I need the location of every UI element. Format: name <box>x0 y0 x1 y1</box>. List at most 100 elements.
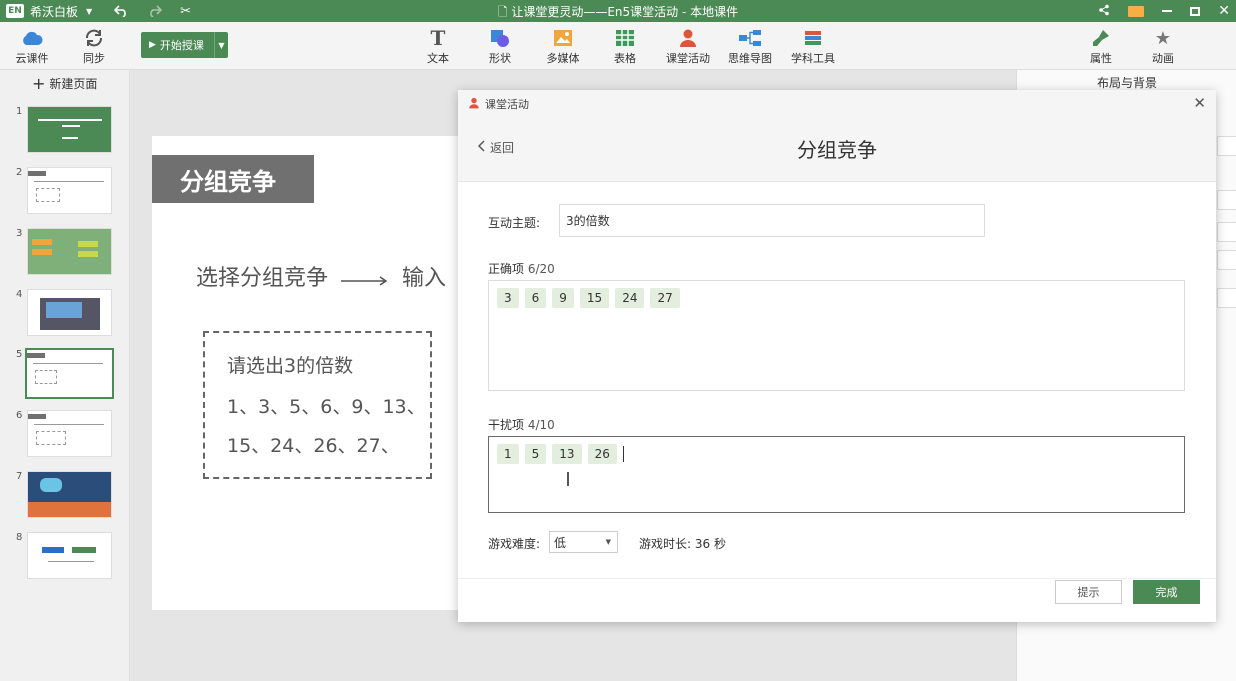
text-caret <box>622 446 624 462</box>
slide-thumbnail-sidebar: + 新建页面 1 2 3 4 5 6 7 8 <box>0 70 130 681</box>
thumb-number: 4 <box>16 289 23 300</box>
thumb-number: 1 <box>16 106 23 117</box>
numbers-line: 1、3、5、6、9、13、 <box>227 396 426 418</box>
slide-thumbnail[interactable] <box>27 228 112 275</box>
distractor-item-tag[interactable]: 5 <box>524 444 547 464</box>
thumb-number: 8 <box>16 532 23 543</box>
correct-items-label: 正确项 6/20 <box>488 262 555 276</box>
correct-item-tag[interactable]: 15 <box>579 288 610 308</box>
mail-icon[interactable] <box>1128 5 1145 17</box>
play-icon: ▶ <box>149 40 156 50</box>
table-tool-button[interactable]: 表格 <box>597 27 653 66</box>
layout-background-title: 布局与背景 <box>1096 76 1157 90</box>
dialog-title: 分组竞争 <box>797 138 877 162</box>
distractor-items-label: 干扰项 4/10 <box>488 418 555 432</box>
thumb-number: 5 <box>16 349 23 360</box>
topic-input[interactable] <box>559 204 985 237</box>
done-button[interactable]: 完成 <box>1133 580 1200 604</box>
brush-icon <box>1073 27 1129 49</box>
star-icon: ★ <box>1154 27 1172 49</box>
slide-thumbnail[interactable] <box>27 106 112 153</box>
dialog-footer: 提示 完成 <box>458 578 1216 622</box>
classroom-activity-button[interactable]: 课堂活动 <box>660 27 716 66</box>
correct-item-tag[interactable]: 6 <box>524 288 547 308</box>
distractor-item-tag[interactable]: 13 <box>552 444 582 464</box>
property-field[interactable] <box>1217 222 1236 242</box>
correct-item-tag[interactable]: 9 <box>552 288 574 308</box>
correct-items-box[interactable]: 3 6 9 15 24 27 <box>488 280 1185 391</box>
close-dialog-icon[interactable]: ✕ <box>1193 94 1206 112</box>
property-field[interactable] <box>1217 250 1236 270</box>
undo-icon[interactable] <box>114 5 128 17</box>
share-icon[interactable] <box>1098 4 1110 19</box>
plus-icon: + <box>32 74 46 93</box>
slide-thumbnail[interactable] <box>27 410 112 457</box>
numbers-line: 15、24、26、27、 <box>227 435 400 457</box>
arrow-right-icon <box>341 267 389 292</box>
new-page-button[interactable]: + 新建页面 <box>32 74 97 93</box>
activity-person-icon <box>468 97 480 112</box>
property-field[interactable] <box>1217 288 1236 308</box>
title-bar: EN 希沃白板 ▼ ✂ 🗋 让课堂更灵动——En5课堂活动 - 本地课件 ✕ <box>0 0 1236 22</box>
slide-thumbnail[interactable] <box>27 289 112 336</box>
close-window-icon[interactable]: ✕ <box>1218 3 1230 19</box>
menu-dropdown-icon[interactable]: ▼ <box>86 7 92 16</box>
correct-item-tag[interactable]: 27 <box>650 288 680 308</box>
activity-person-icon <box>660 27 716 49</box>
cloud-button[interactable]: 云课件 <box>4 27 60 66</box>
correct-items-count: 6/20 <box>527 262 555 276</box>
properties-button[interactable]: 属性 <box>1073 27 1129 66</box>
classroom-activity-dialog: 课堂活动 ✕ 返回 分组竞争 互动主题: 正确项 6/20 3 6 9 15 2… <box>458 90 1216 622</box>
media-icon <box>535 27 591 49</box>
media-tool-button[interactable]: 多媒体 <box>535 27 591 66</box>
slide-thumbnail-active[interactable] <box>25 348 114 399</box>
slide-canvas[interactable]: 分组竞争 选择分组竞争 输入 请选出3的倍数 1、3、5、6、9、13、 15、… <box>152 136 458 610</box>
slide-thumbnail[interactable] <box>27 532 112 579</box>
main-toolbar: 云课件 同步 ▶ 开始授课 ▼ T 文本 形状 多媒体 表格 课堂活动 思维导图… <box>0 22 1236 70</box>
dialog-header: 课堂活动 ✕ 返回 分组竞争 <box>458 90 1216 182</box>
thumb-number: 2 <box>16 167 23 178</box>
subject-tools-button[interactable]: 学科工具 <box>785 27 841 66</box>
minimize-icon[interactable] <box>1162 10 1173 12</box>
duration-value[interactable]: 36 秒 <box>695 537 726 551</box>
document-icon: 🗋 <box>497 5 508 19</box>
distractor-item-tag[interactable]: 26 <box>587 444 617 464</box>
thumb-number: 3 <box>16 228 23 239</box>
start-dropdown-icon[interactable]: ▼ <box>214 32 228 58</box>
animation-button[interactable]: ★ 动画 <box>1135 27 1191 66</box>
sync-button[interactable]: 同步 <box>66 27 122 66</box>
slide-thumbnail[interactable] <box>27 167 112 214</box>
slide-title[interactable]: 分组竞争 <box>152 155 314 203</box>
redo-icon[interactable] <box>148 5 163 17</box>
correct-item-tag[interactable]: 24 <box>615 288 645 308</box>
start-lesson-button[interactable]: ▶ 开始授课 ▼ <box>141 32 228 58</box>
distractor-items-box[interactable]: 1 5 13 26 <box>488 436 1185 513</box>
thumb-number: 6 <box>16 410 23 421</box>
difficulty-select[interactable]: 低 ▼ <box>549 531 618 553</box>
text-tool-button[interactable]: T 文本 <box>410 26 466 66</box>
dialog-caption: 课堂活动 <box>468 96 529 112</box>
app-name: 希沃白板 <box>30 4 79 19</box>
distractor-item-tag[interactable]: 1 <box>497 444 519 464</box>
slide-flow-text[interactable]: 选择分组竞争 输入 <box>196 260 446 292</box>
difficulty-label: 游戏难度: <box>488 537 541 551</box>
hint-button[interactable]: 提示 <box>1055 580 1122 604</box>
property-field[interactable] <box>1217 136 1236 156</box>
mindmap-tool-button[interactable]: 思维导图 <box>722 27 778 66</box>
distractor-items-count: 4/10 <box>527 418 555 432</box>
scissors-icon[interactable]: ✂ <box>180 4 191 19</box>
slide-thumbnail[interactable] <box>27 471 112 518</box>
property-dropdown[interactable] <box>1217 190 1236 210</box>
topic-label: 互动主题: <box>488 216 541 230</box>
maximize-icon[interactable] <box>1190 6 1201 16</box>
sync-icon <box>66 27 122 49</box>
correct-item-tag[interactable]: 3 <box>497 288 519 308</box>
question-text: 请选出3的倍数 <box>227 355 354 377</box>
duration-label: 游戏时长: 36 秒 <box>639 537 726 551</box>
question-box[interactable]: 请选出3的倍数 1、3、5、6、9、13、 15、24、26、27、 <box>203 331 432 479</box>
dropdown-arrow-icon: ▼ <box>605 538 611 546</box>
shape-icon <box>472 27 528 49</box>
shape-tool-button[interactable]: 形状 <box>472 27 528 66</box>
app-logo-icon: EN <box>6 4 24 18</box>
text-icon: T <box>430 26 446 50</box>
